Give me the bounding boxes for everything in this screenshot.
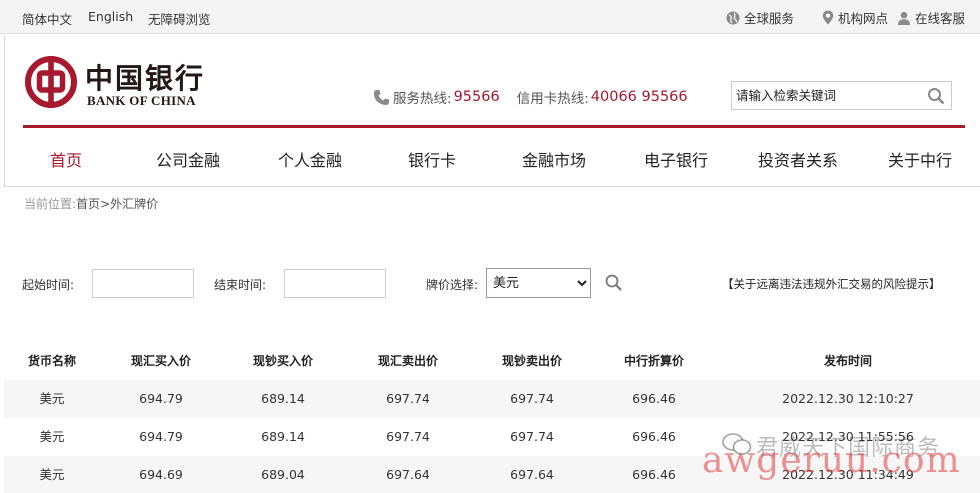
column-header-cash-buy: 现钞买入价 <box>252 354 313 368</box>
global-service-label: 全球服务 <box>744 11 795 26</box>
table-cell-cash-buy: 689.14 <box>261 429 305 444</box>
table-row: 美元 694.79 689.14 697.74 697.74 696.46 20… <box>4 418 980 456</box>
table-cell-spot-buy: 694.79 <box>139 391 183 406</box>
table-cell-spot-sell: 697.64 <box>386 467 430 482</box>
phone-icon <box>373 89 389 105</box>
table-cell-spot-buy: 694.69 <box>139 467 183 482</box>
table-cell-boc-rate: 696.46 <box>632 391 676 406</box>
lang-english-link[interactable]: English <box>88 9 133 24</box>
breadcrumb-current: 外汇牌价 <box>110 197 159 211</box>
table-cell-currency: 美元 <box>39 429 65 444</box>
branch-network-label: 机构网点 <box>838 11 889 26</box>
table-cell-publish-time: 2022.12.30 11:55:56 <box>782 429 914 444</box>
top-utility-bar: 简体中文 English 无障碍浏览 全球服务 机构网点 在线客服 <box>0 0 980 34</box>
breadcrumb-home-link[interactable]: 首页 <box>76 197 100 211</box>
online-service-link[interactable]: 在线客服 <box>897 8 965 27</box>
table-cell-cash-sell: 697.64 <box>510 467 554 482</box>
currency-select[interactable]: 美元 <box>486 268 591 298</box>
service-hotline-number: 95566 <box>453 89 500 105</box>
accessibility-link[interactable]: 无障碍浏览 <box>148 9 211 28</box>
breadcrumb: 当前位置:首页>外汇牌价 <box>24 195 158 212</box>
search-icon[interactable] <box>927 87 945 105</box>
logo-english-name: BANK OF CHINA <box>87 93 196 108</box>
table-cell-publish-time: 2022.12.30 12:10:27 <box>782 391 914 406</box>
site-search-input[interactable] <box>736 84 921 106</box>
table-row: 美元 694.69 689.04 697.64 697.64 696.46 20… <box>4 456 980 493</box>
site-header: 中国银行 BANK OF CHINA 服务热线: 95566 信用卡热线: 40… <box>4 35 980 187</box>
credit-card-hotline-label: 信用卡热线: <box>516 91 589 107</box>
nav-item-about-boc[interactable]: 关于中行 <box>888 147 952 171</box>
table-cell-cash-sell: 697.74 <box>510 429 554 444</box>
credit-card-hotline-number: 40066 95566 <box>590 89 688 105</box>
nav-item-investor-relations[interactable]: 投资者关系 <box>758 147 838 171</box>
nav-item-corporate-banking[interactable]: 公司金融 <box>156 147 220 171</box>
logo-chinese-name: 中国银行 <box>85 62 206 95</box>
column-header-spot-buy: 现汇买入价 <box>130 354 191 368</box>
global-service-link[interactable]: 全球服务 <box>726 8 794 27</box>
location-pin-icon <box>822 10 834 25</box>
service-hotline-label: 服务热线: <box>393 91 452 107</box>
table-cell-cash-sell: 697.74 <box>510 391 554 406</box>
table-cell-spot-sell: 697.74 <box>386 429 430 444</box>
start-time-input[interactable] <box>92 269 194 298</box>
breadcrumb-prefix: 当前位置: <box>24 197 77 211</box>
column-header-publish-time: 发布时间 <box>823 354 872 368</box>
main-nav: 首页 公司金融 个人金融 银行卡 金融市场 电子银行 投资者关系 关于中行 <box>5 143 980 173</box>
column-header-cash-sell: 现钞卖出价 <box>501 354 562 368</box>
end-time-input[interactable] <box>284 269 386 298</box>
bank-of-china-logo-icon[interactable] <box>25 56 77 108</box>
nav-item-financial-markets[interactable]: 金融市场 <box>522 147 586 171</box>
column-header-boc-rate: 中行折算价 <box>623 354 684 368</box>
user-icon <box>898 11 910 25</box>
table-cell-publish-time: 2022.12.30 11:34:49 <box>782 467 914 482</box>
column-header-currency: 货币名称 <box>27 354 76 368</box>
table-cell-currency: 美元 <box>39 391 65 406</box>
risk-notice-link[interactable]: 【关于远离违法违规外汇交易的风险提示】 <box>722 276 941 292</box>
table-header-row: 货币名称 现汇买入价 现钞买入价 现汇卖出价 现钞卖出价 中行折算价 发布时间 <box>4 342 980 380</box>
start-time-label: 起始时间: <box>22 278 75 292</box>
online-service-label: 在线客服 <box>915 11 966 26</box>
table-cell-currency: 美元 <box>39 467 65 482</box>
currency-select-label: 牌价选择: <box>426 278 479 292</box>
header-divider <box>23 125 965 128</box>
globe-icon <box>726 11 740 24</box>
table-cell-cash-buy: 689.04 <box>261 467 305 482</box>
hotline-info: 服务热线: 95566 信用卡热线: 40066 95566 <box>373 87 688 107</box>
lang-simplified-chinese-link[interactable]: 简体中文 <box>22 9 72 28</box>
nav-item-home[interactable]: 首页 <box>50 147 82 171</box>
branch-network-link[interactable]: 机构网点 <box>822 8 888 27</box>
table-row: 美元 694.79 689.14 697.74 697.74 696.46 20… <box>4 380 980 418</box>
site-search-box <box>731 81 952 110</box>
table-cell-boc-rate: 696.46 <box>632 467 676 482</box>
table-cell-cash-buy: 689.14 <box>261 391 305 406</box>
column-header-spot-sell: 现汇卖出价 <box>377 354 438 368</box>
nav-item-bank-cards[interactable]: 银行卡 <box>408 147 456 171</box>
breadcrumb-separator: > <box>100 197 111 211</box>
search-icon[interactable] <box>604 273 624 293</box>
nav-item-e-banking[interactable]: 电子银行 <box>644 147 708 171</box>
table-cell-spot-buy: 694.79 <box>139 429 183 444</box>
table-cell-spot-sell: 697.74 <box>386 391 430 406</box>
table-cell-boc-rate: 696.46 <box>632 429 676 444</box>
nav-item-personal-banking[interactable]: 个人金融 <box>278 147 342 171</box>
end-time-label: 结束时间: <box>214 278 267 292</box>
